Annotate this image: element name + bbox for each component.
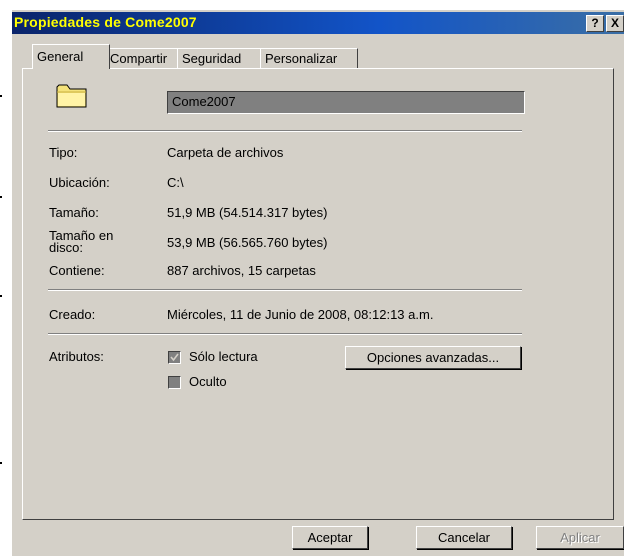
desktop-edge	[12, 0, 624, 10]
properties-dialog: Propiedades de Come2007 ? X General Comp…	[12, 0, 624, 556]
hidden-label[interactable]: Oculto	[189, 374, 227, 389]
hidden-checkbox[interactable]	[168, 376, 181, 389]
apply-label: Aplicar	[560, 530, 600, 545]
folder-name-value: Come2007	[172, 94, 236, 109]
title-bar[interactable]: Propiedades de Come2007 ? X	[12, 12, 624, 34]
folder-name-field[interactable]: Come2007	[167, 91, 525, 114]
separator	[48, 333, 522, 335]
advanced-options-label: Opciones avanzadas...	[366, 350, 500, 365]
apply-button: Aplicar	[536, 526, 624, 549]
disk-size-value: 53,9 MB (56.565.760 bytes)	[167, 235, 328, 250]
disk-size-label-line2: disco:	[49, 240, 83, 255]
created-value: Miércoles, 11 de Junio de 2008, 08:12:13…	[167, 307, 434, 322]
location-value: C:\	[167, 175, 184, 190]
general-tab-panel: Come2007 Tipo: Carpeta de archivos Ubica…	[22, 68, 614, 520]
readonly-checkbox[interactable]	[168, 351, 181, 364]
close-icon: X	[610, 16, 619, 30]
tab-seguridad[interactable]: Seguridad	[177, 48, 265, 69]
advanced-options-button[interactable]: Opciones avanzadas...	[345, 346, 521, 369]
check-icon	[170, 353, 179, 362]
tab-general-label: General	[37, 49, 84, 64]
created-label: Creado:	[49, 307, 96, 322]
tab-personalizar-label: Personalizar	[265, 51, 338, 66]
help-icon: ?	[591, 16, 599, 30]
ok-label: Aceptar	[307, 530, 353, 545]
ok-button[interactable]: Aceptar	[292, 526, 368, 549]
attributes-label: Atributos:	[49, 349, 104, 364]
tab-compartir-label: Compartir	[110, 51, 168, 66]
cancel-label: Cancelar	[437, 530, 491, 545]
separator	[48, 289, 522, 291]
location-label: Ubicación:	[49, 175, 110, 190]
help-button[interactable]: ?	[586, 15, 604, 32]
contains-label: Contiene:	[49, 263, 105, 278]
separator	[48, 130, 522, 132]
tab-general[interactable]: General	[32, 44, 110, 69]
tab-personalizar[interactable]: Personalizar	[260, 48, 358, 69]
tab-seguridad-label: Seguridad	[182, 51, 242, 66]
type-value: Carpeta de archivos	[167, 145, 284, 160]
window-title: Propiedades de Come2007	[14, 14, 197, 30]
size-label: Tamaño:	[49, 205, 99, 220]
size-value: 51,9 MB (54.514.317 bytes)	[167, 205, 328, 220]
tab-compartir[interactable]: Compartir	[105, 48, 182, 69]
cancel-button[interactable]: Cancelar	[416, 526, 512, 549]
contains-value: 887 archivos, 15 carpetas	[167, 263, 316, 278]
type-label: Tipo:	[49, 145, 78, 160]
close-button[interactable]: X	[606, 15, 624, 32]
readonly-label[interactable]: Sólo lectura	[189, 349, 258, 364]
folder-icon	[55, 81, 89, 109]
